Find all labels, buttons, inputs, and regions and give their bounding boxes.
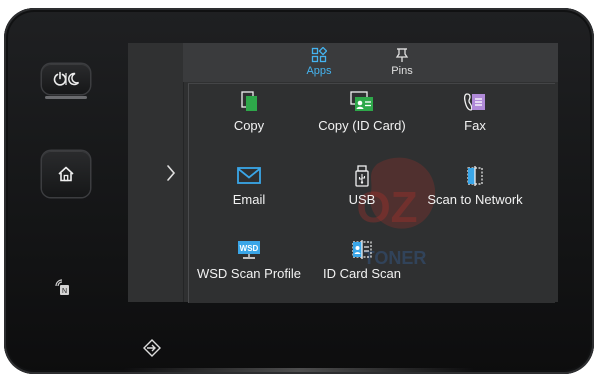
- touch-screen: Apps Pins OZ TONER Copy Copy (ID Card) F…: [128, 43, 558, 303]
- wsd-icon: WSD: [238, 241, 260, 259]
- home-button[interactable]: [42, 151, 90, 197]
- tab-apps[interactable]: Apps: [289, 47, 349, 81]
- copy-icon: [241, 91, 257, 111]
- copy-id-card-icon: [350, 91, 373, 111]
- app-scan-to-network[interactable]: Scan to Network: [415, 165, 535, 207]
- tab-pins[interactable]: Pins: [372, 47, 432, 81]
- login-key-icon[interactable]: [142, 338, 162, 358]
- usb-icon: [355, 165, 369, 187]
- expand-chevron-right-icon[interactable]: [165, 163, 177, 183]
- app-wsd-scan-profile[interactable]: WSD WSD Scan Profile: [189, 239, 309, 281]
- app-copy-id-card-label: Copy (ID Card): [318, 118, 406, 133]
- pin-icon: [395, 48, 409, 62]
- app-id-card-scan[interactable]: ID Card Scan: [302, 239, 422, 281]
- fax-icon: [463, 93, 485, 111]
- app-email-label: Email: [232, 192, 266, 207]
- tab-pins-label: Pins: [391, 65, 413, 77]
- svg-text:WSD: WSD: [240, 244, 259, 253]
- email-icon: [237, 167, 261, 184]
- id-card-scan-icon: [352, 240, 372, 259]
- app-tabs-header: Apps Pins: [183, 43, 558, 82]
- app-copy[interactable]: Copy: [189, 91, 309, 133]
- apps-grid-icon: [311, 47, 327, 63]
- app-usb-label: USB: [348, 192, 376, 207]
- app-fax[interactable]: Fax: [415, 91, 535, 133]
- scan-to-network-icon: [467, 166, 483, 186]
- side-panel: [128, 43, 184, 302]
- home-icon: [58, 166, 74, 182]
- apps-grid: OZ TONER Copy Copy (ID Card) Fax Email U…: [188, 83, 555, 303]
- app-copy-id-card[interactable]: Copy (ID Card): [302, 91, 422, 133]
- app-id-card-scan-label: ID Card Scan: [322, 266, 402, 281]
- app-email[interactable]: Email: [189, 165, 309, 207]
- app-usb[interactable]: USB: [302, 165, 422, 207]
- app-wsd-scan-profile-label: WSD Scan Profile: [196, 266, 302, 281]
- power-sleep-icon: [53, 71, 80, 86]
- svg-text:N: N: [62, 288, 67, 295]
- app-fax-label: Fax: [464, 118, 486, 133]
- power-sleep-button[interactable]: [42, 64, 90, 99]
- tab-apps-label: Apps: [306, 65, 332, 77]
- bezel-highlight: [124, 368, 474, 372]
- app-copy-label: Copy: [233, 118, 265, 133]
- nfc-tag-icon: N: [53, 278, 71, 296]
- app-scan-to-network-label: Scan to Network: [427, 192, 523, 207]
